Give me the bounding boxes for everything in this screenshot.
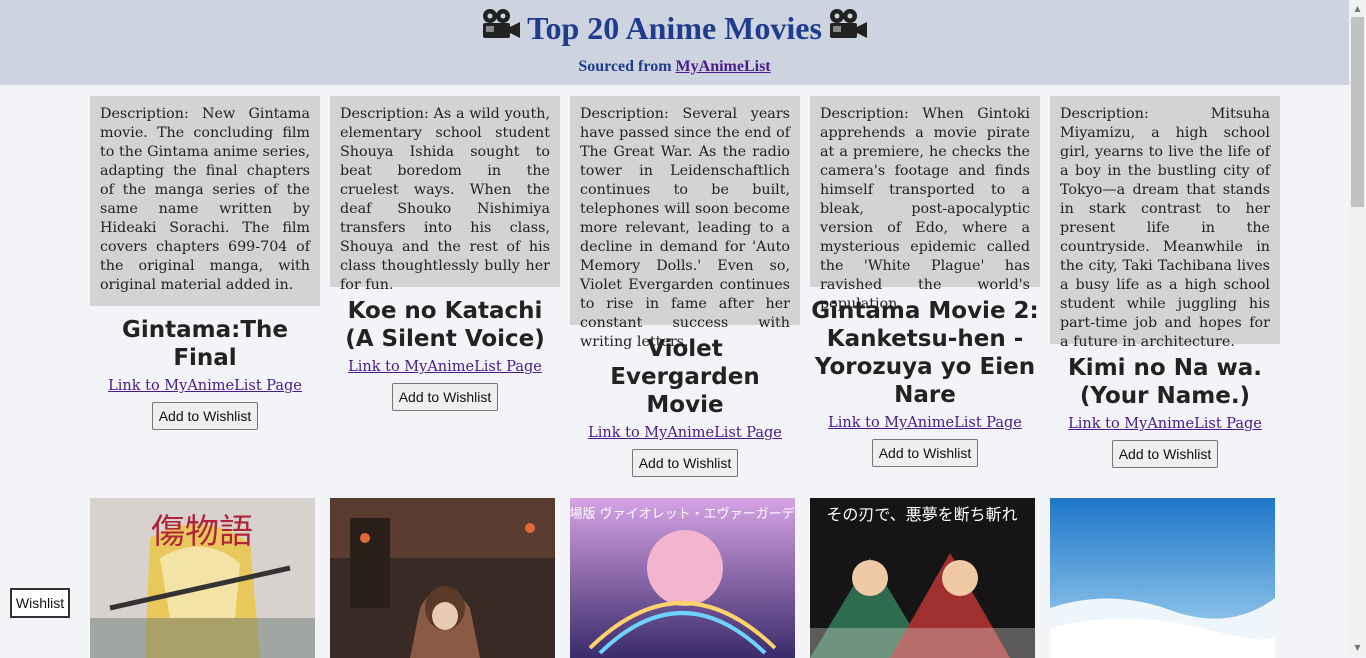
movie-card: Description: New Gintama movie. The conc…: [90, 96, 320, 430]
poster-title-text: その刃で、悪夢を断ち斬れ: [826, 505, 1017, 524]
add-to-wishlist-button[interactable]: Add to Wishlist: [1111, 440, 1219, 468]
movie-card: Description: Several years have passed s…: [570, 96, 800, 477]
add-to-wishlist-button[interactable]: Add to Wishlist: [151, 402, 259, 430]
movie-description: Description: Mitsuha Miyamizu, a high sc…: [1050, 96, 1280, 350]
movie-title: Kimi no Na wa. (Your Name.): [1067, 355, 1263, 409]
movie-title: Gintama:The Final: [122, 317, 288, 371]
movie-description: Description: New Gintama movie. The conc…: [90, 96, 320, 306]
page-subtitle: Sourced from MyAnimeList: [0, 58, 1349, 76]
add-to-wishlist-button[interactable]: Add to Wishlist: [871, 439, 979, 467]
scroll-down-arrow-icon[interactable]: ▼: [1349, 639, 1366, 656]
movie-camera-icon: [481, 7, 521, 51]
poster-title-text: 劇場版 ヴァイオレット・エヴァーガーデン: [570, 506, 795, 522]
myanimelist-page-link[interactable]: Link to MyAnimeList Page: [570, 423, 800, 443]
title-text: Top 20 Anime Movies: [527, 10, 822, 46]
myanimelist-page-link[interactable]: Link to MyAnimeList Page: [330, 357, 560, 377]
myanimelist-source-link[interactable]: MyAnimeList: [676, 58, 771, 75]
myanimelist-page-link[interactable]: Link to MyAnimeList Page: [90, 376, 320, 396]
subtitle-prefix: Sourced from: [578, 57, 672, 75]
add-to-wishlist-button[interactable]: Add to Wishlist: [391, 383, 499, 411]
scroll-up-arrow-icon[interactable]: ▲: [1349, 0, 1366, 17]
movie-camera-icon: [828, 7, 868, 51]
movie-title: Gintama Movie 2: Kanketsu-hen - Yorozuya…: [811, 298, 1039, 408]
movie-card: Description: Mitsuha Miyamizu, a high sc…: [1050, 96, 1280, 468]
movie-card: Description: When Gintoki apprehends a m…: [810, 96, 1040, 467]
myanimelist-page-link[interactable]: Link to MyAnimeList Page: [810, 413, 1040, 433]
myanimelist-page-link[interactable]: Link to MyAnimeList Page: [1050, 414, 1280, 434]
vertical-scrollbar[interactable]: ▲ ▼: [1349, 0, 1366, 656]
movie-description: Description: When Gintoki apprehends a m…: [810, 96, 1040, 312]
scrollbar-thumb[interactable]: [1351, 17, 1364, 207]
page-title: Top 20 Anime Movies: [0, 0, 1349, 54]
poster-title-text: 傷物語: [151, 512, 253, 552]
movie-poster-image: [1050, 498, 1275, 658]
movie-card: Description: As a wild youth, elementary…: [330, 96, 560, 411]
movie-description: Description: As a wild youth, elementary…: [330, 96, 560, 293]
movie-poster-image: 劇場版 ヴァイオレット・エヴァーガーデン: [570, 498, 795, 658]
movie-description: Description: Several years have passed s…: [570, 96, 800, 350]
wishlist-button[interactable]: Wishlist: [10, 588, 70, 618]
movie-poster-image: 傷物語: [90, 498, 315, 658]
page-header: Top 20 Anime Movies Sourced from MyAnime…: [0, 0, 1349, 85]
add-to-wishlist-button[interactable]: Add to Wishlist: [631, 449, 739, 477]
movie-poster-image: その刃で、悪夢を断ち斬れ: [810, 498, 1035, 658]
movie-title: Koe no Katachi (A Silent Voice): [345, 298, 545, 352]
movie-poster-image: [330, 498, 555, 658]
